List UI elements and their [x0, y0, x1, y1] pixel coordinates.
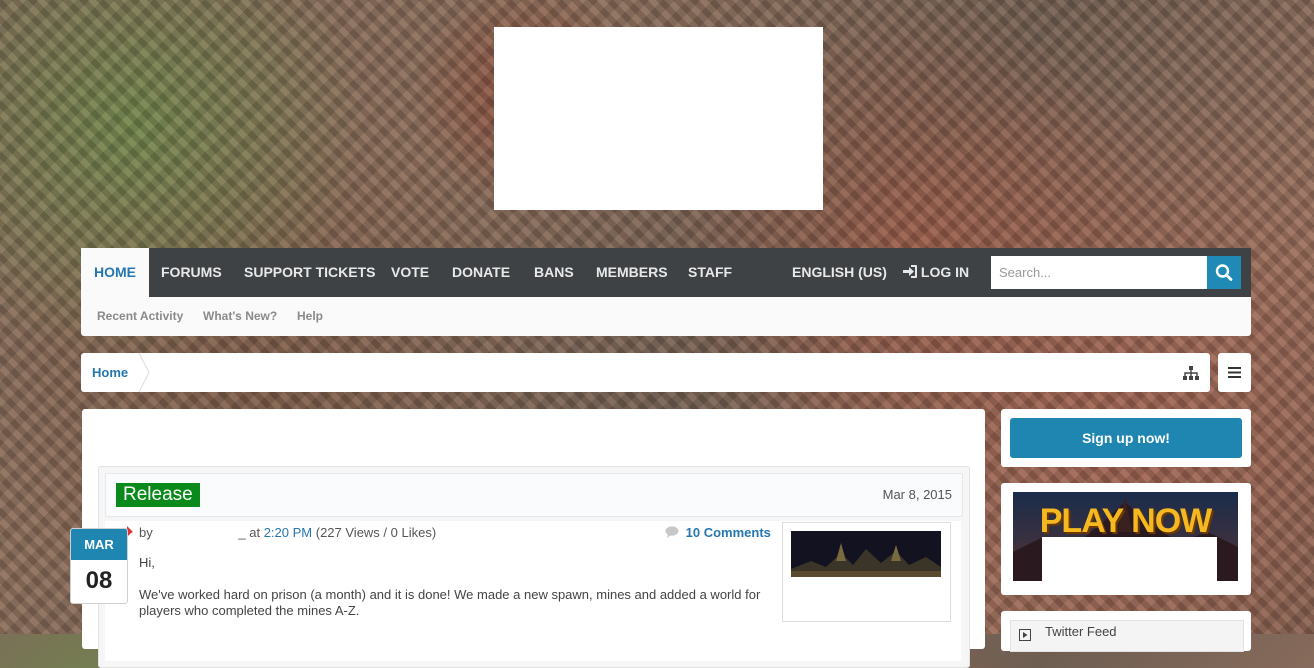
- post-greeting: Hi,: [139, 555, 155, 570]
- post-paragraph: We've worked hard on prison (a month) an…: [139, 587, 761, 618]
- post-date-badge: MAR 08: [70, 528, 128, 604]
- banner-label-area: [1042, 537, 1217, 581]
- post-header: Release Mar 8, 2015: [105, 473, 963, 517]
- post-body: by _ at 2:20 PM (227 Views / 0 Likes) 10…: [105, 521, 961, 661]
- thumbnail-image: [791, 531, 941, 577]
- nav-staff[interactable]: STAFF: [688, 248, 732, 297]
- twitter-header: Twitter Feed: [1010, 620, 1244, 652]
- language-selector[interactable]: ENGLISH (US): [792, 248, 887, 297]
- thumbnail-graphic: [791, 531, 941, 577]
- main-navigation: HOME FORUMS SUPPORT TICKETS VOTE DONATE …: [81, 248, 1251, 297]
- nav-bans[interactable]: BANS: [534, 248, 574, 297]
- side-menu-toggle[interactable]: [1218, 353, 1251, 392]
- nav-home[interactable]: HOME: [81, 248, 149, 297]
- search-button[interactable]: [1207, 256, 1241, 289]
- breadcrumb: Home: [81, 353, 1210, 392]
- search-box: [991, 256, 1241, 289]
- speech-bubble-icon: [665, 526, 679, 538]
- login-link[interactable]: LOG IN: [903, 248, 969, 297]
- subnav-help[interactable]: Help: [297, 297, 323, 336]
- breadcrumb-home[interactable]: Home: [92, 353, 128, 392]
- play-now-panel: PLAY NOW: [1001, 483, 1251, 595]
- play-now-banner[interactable]: PLAY NOW: [1013, 492, 1238, 581]
- nav-members[interactable]: MEMBERS: [596, 248, 668, 297]
- sitemap-icon[interactable]: [1181, 363, 1201, 383]
- twitter-panel: Twitter Feed: [1001, 611, 1251, 652]
- breadcrumb-separator: [138, 353, 150, 392]
- search-input[interactable]: [991, 256, 1207, 289]
- nav-donate[interactable]: DONATE: [452, 248, 510, 297]
- twitter-icon: [1019, 629, 1031, 641]
- banner-text: PLAY NOW: [1039, 502, 1212, 540]
- sub-navigation: Recent Activity What's New? Help: [81, 297, 1251, 336]
- post-stats: (227 Views / 0 Likes): [315, 525, 437, 540]
- date-badge-month: MAR: [71, 529, 127, 560]
- post-text: Hi, We've worked hard on prison (a month…: [139, 555, 779, 619]
- date-badge-day: 08: [85, 567, 113, 594]
- main-content: Release Mar 8, 2015 by _ at 2:20 PM (227…: [82, 409, 985, 668]
- post-meta-by: by: [139, 525, 153, 540]
- nav-support-tickets[interactable]: SUPPORT TICKETS: [244, 248, 375, 297]
- login-label: LOG IN: [920, 264, 970, 280]
- news-post: Release Mar 8, 2015 by _ at 2:20 PM (227…: [98, 466, 970, 668]
- subnav-whats-new[interactable]: What's New?: [203, 297, 277, 336]
- site-logo[interactable]: [494, 27, 823, 210]
- sign-in-icon: [903, 265, 917, 278]
- post-author-trail[interactable]: _: [238, 525, 245, 540]
- hamburger-menu-icon: [1228, 367, 1241, 378]
- subnav-recent-activity[interactable]: Recent Activity: [97, 297, 183, 336]
- post-date: Mar 8, 2015: [882, 487, 952, 502]
- post-meta: by _ at 2:20 PM (227 Views / 0 Likes): [119, 525, 437, 541]
- nav-vote[interactable]: VOTE: [391, 248, 429, 297]
- post-time-link[interactable]: 2:20 PM: [264, 525, 312, 540]
- signup-button[interactable]: Sign up now!: [1010, 418, 1242, 458]
- twitter-title: Twitter Feed: [1045, 624, 1117, 639]
- comments-count: 10 Comments: [685, 525, 771, 540]
- post-meta-at: at: [249, 525, 261, 540]
- comments-link[interactable]: 10 Comments: [665, 525, 771, 541]
- signup-panel: Sign up now!: [1001, 409, 1251, 467]
- post-thumbnail[interactable]: [782, 522, 951, 622]
- search-icon: [1215, 264, 1233, 281]
- nav-forums[interactable]: FORUMS: [161, 248, 222, 297]
- post-title-tag[interactable]: Release: [116, 483, 200, 507]
